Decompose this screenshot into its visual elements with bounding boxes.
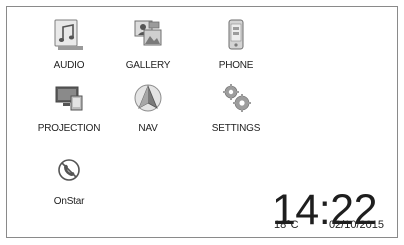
app-gallery[interactable]: GALLERY bbox=[108, 19, 188, 79]
app-settings-label: SETTINGS bbox=[211, 123, 261, 134]
phone-icon bbox=[228, 19, 244, 50]
outside-temperature: 18°C bbox=[274, 219, 299, 231]
app-gallery-label: GALLERY bbox=[125, 60, 171, 71]
onstar-icon bbox=[58, 159, 80, 181]
app-audio-label: AUDIO bbox=[53, 60, 85, 71]
app-projection[interactable]: PROJECTION bbox=[29, 82, 109, 142]
audio-icon bbox=[54, 19, 83, 50]
app-settings[interactable]: SETTINGS bbox=[196, 82, 276, 142]
app-phone[interactable]: PHONE bbox=[196, 19, 276, 79]
settings-icon bbox=[223, 84, 251, 112]
app-nav[interactable]: NAV bbox=[108, 82, 188, 142]
app-phone-label: PHONE bbox=[218, 60, 254, 71]
home-screen: AUDIO GALLERY PHONE PROJECTION NAV SETTI… bbox=[6, 6, 398, 238]
app-nav-label: NAV bbox=[138, 123, 158, 134]
projection-icon bbox=[55, 86, 83, 111]
nav-icon bbox=[134, 84, 162, 112]
app-onstar-label: OnStar bbox=[53, 196, 85, 207]
app-audio[interactable]: AUDIO bbox=[29, 19, 109, 79]
app-onstar[interactable]: OnStar bbox=[29, 155, 109, 215]
date-display: 02/10/2015 bbox=[328, 219, 384, 231]
app-projection-label: PROJECTION bbox=[37, 123, 101, 134]
gallery-icon bbox=[134, 20, 162, 46]
